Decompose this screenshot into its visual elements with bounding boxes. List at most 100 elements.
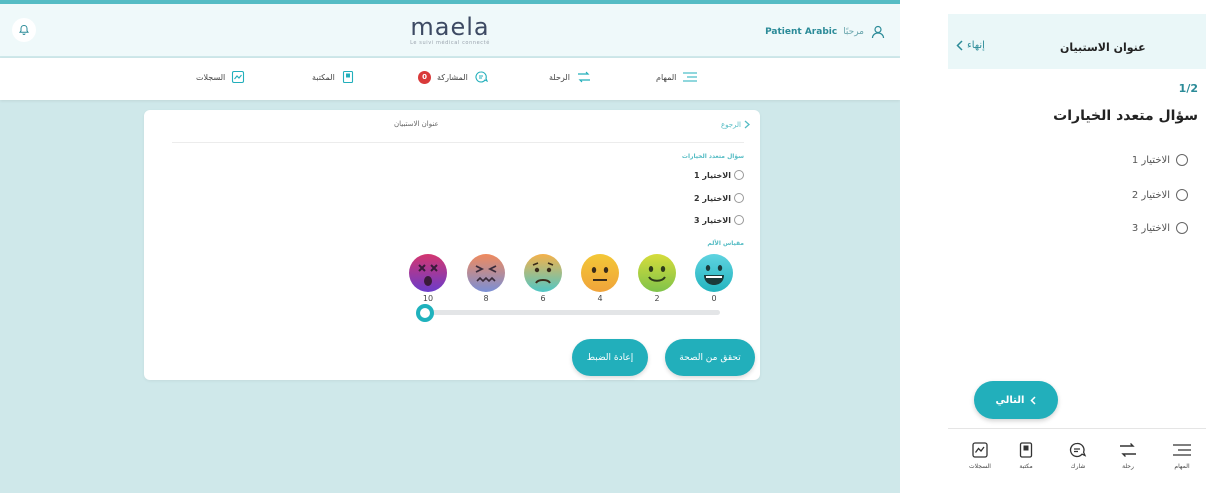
nav-library[interactable]: المكتبة bbox=[312, 70, 355, 84]
next-label: التالي bbox=[995, 394, 1025, 406]
tab-journey-label: رحلة bbox=[1122, 463, 1134, 470]
pain-scale-faces: 10 8 6 4 2 0 bbox=[408, 253, 742, 313]
mobile-option-1-radio[interactable] bbox=[1176, 154, 1188, 166]
chevron-left-icon bbox=[1030, 395, 1036, 405]
nav-tasks[interactable]: المهام bbox=[656, 70, 698, 84]
nav-tasks-label: المهام bbox=[656, 72, 677, 82]
face-mild-pain-icon bbox=[581, 254, 619, 292]
maela-logo: maela Le suivi médical connecté bbox=[390, 14, 510, 46]
page-indicator: 1/2 bbox=[1178, 82, 1198, 95]
tab-library-label: مكتبة bbox=[1019, 463, 1033, 470]
question-title: سؤال متعدد الخيارات bbox=[681, 153, 744, 160]
mobile-tab-bar: السجلات مكتبة شارك رحلة المهام bbox=[948, 428, 1206, 493]
face-worst-pain-icon bbox=[409, 254, 447, 292]
face-pain-0[interactable]: 0 bbox=[694, 253, 734, 307]
face-slight-pain-icon bbox=[638, 254, 676, 292]
tab-share[interactable]: شارك bbox=[1058, 441, 1098, 470]
tab-journey[interactable]: رحلة bbox=[1108, 441, 1148, 470]
back-label: الرجوع bbox=[720, 120, 741, 129]
scale-value-0: 0 bbox=[711, 294, 717, 303]
face-pain-8[interactable]: 8 bbox=[466, 253, 506, 307]
records-icon bbox=[972, 442, 988, 458]
questionnaire-title: عنوان الاستبيان bbox=[394, 120, 439, 128]
nav-share-label: المشاركة bbox=[437, 72, 468, 82]
mobile-option-2[interactable]: الاختيار 2 bbox=[1132, 189, 1188, 201]
journey-arrows-icon bbox=[1120, 443, 1136, 457]
library-icon bbox=[1019, 442, 1033, 458]
tab-records[interactable]: السجلات bbox=[960, 441, 1000, 470]
nav-share[interactable]: 0 المشاركة bbox=[418, 70, 490, 84]
logo-tagline: Le suivi médical connecté bbox=[410, 40, 490, 46]
reset-button[interactable]: إعادة الضبط bbox=[572, 339, 648, 376]
journey-arrows-icon bbox=[577, 71, 590, 83]
user-menu[interactable]: Patient Arabic مرحبًا bbox=[765, 24, 886, 40]
tasks-list-icon bbox=[1173, 444, 1191, 456]
mobile-exit-button[interactable]: إنهاء bbox=[956, 40, 985, 51]
nav-journey-label: الرحلة bbox=[549, 72, 570, 82]
notification-bell-icon[interactable] bbox=[12, 18, 36, 42]
option-3[interactable]: الاختيار 3 bbox=[694, 215, 744, 225]
library-icon bbox=[342, 70, 353, 84]
mobile-status-bar bbox=[948, 14, 1206, 26]
tab-tasks[interactable]: المهام bbox=[1162, 441, 1202, 470]
nav-journey[interactable]: الرحلة bbox=[549, 70, 592, 84]
mobile-question-title: سؤال متعدد الخيارات bbox=[1053, 108, 1198, 124]
logo-word: maela bbox=[410, 13, 490, 41]
option-2[interactable]: الاختيار 2 bbox=[694, 193, 744, 203]
user-greeting: مرحبًا bbox=[843, 27, 864, 37]
option-1-label: الاختيار 1 bbox=[694, 170, 731, 180]
user-name: Patient Arabic bbox=[765, 27, 838, 37]
tab-library[interactable]: مكتبة bbox=[1006, 441, 1046, 470]
main-nav: السجلات المكتبة 0 المشاركة الرحلة المهام bbox=[0, 58, 900, 100]
chevron-left-icon bbox=[956, 40, 963, 51]
mobile-option-3-label: الاختيار 3 bbox=[1131, 222, 1170, 234]
option-3-radio[interactable] bbox=[734, 215, 744, 225]
pain-slider-track[interactable] bbox=[424, 310, 720, 315]
scale-value-2: 2 bbox=[654, 294, 660, 303]
share-count-badge: 0 bbox=[418, 70, 431, 84]
mobile-option-3-radio[interactable] bbox=[1176, 222, 1188, 234]
pain-scale-title: مقياس الألم bbox=[707, 240, 744, 247]
scale-value-10: 10 bbox=[422, 294, 434, 303]
face-pain-2[interactable]: 2 bbox=[637, 253, 677, 307]
mobile-option-3[interactable]: الاختيار 3 bbox=[1132, 222, 1188, 234]
share-chat-icon bbox=[1069, 442, 1087, 458]
nav-records-label: السجلات bbox=[196, 72, 226, 82]
tab-records-label: السجلات bbox=[969, 463, 991, 470]
nav-records[interactable]: السجلات bbox=[196, 70, 245, 84]
option-2-label: الاختيار 2 bbox=[694, 193, 731, 203]
questionnaire-card: الرجوع عنوان الاستبيان سؤال متعدد الخيار… bbox=[144, 110, 760, 380]
chevron-right-icon bbox=[744, 120, 750, 129]
user-icon bbox=[871, 25, 885, 39]
option-2-radio[interactable] bbox=[734, 193, 744, 203]
face-pain-4[interactable]: 4 bbox=[580, 253, 620, 307]
face-no-pain-icon bbox=[695, 254, 733, 292]
share-chat-icon bbox=[475, 71, 488, 83]
records-icon bbox=[232, 70, 245, 84]
verify-button[interactable]: تحقق من الصحة bbox=[665, 339, 755, 376]
screen: maela Le suivi médical connecté Patient … bbox=[0, 0, 1206, 493]
desktop-view: maela Le suivi médical connecté Patient … bbox=[0, 0, 900, 493]
scale-value-6: 6 bbox=[540, 294, 546, 303]
mobile-title: عنوان الاستبيان bbox=[1060, 41, 1146, 54]
mobile-option-1-label: الاختيار 1 bbox=[1131, 154, 1170, 166]
top-header: maela Le suivi médical connecté Patient … bbox=[0, 0, 900, 56]
option-1[interactable]: الاختيار 1 bbox=[694, 170, 744, 180]
tab-tasks-label: المهام bbox=[1174, 463, 1190, 470]
face-severe-pain-icon bbox=[467, 254, 505, 292]
option-3-label: الاختيار 3 bbox=[694, 215, 731, 225]
mobile-option-1[interactable]: الاختيار 1 bbox=[1132, 154, 1188, 166]
mobile-option-2-radio[interactable] bbox=[1176, 189, 1188, 201]
face-moderate-pain-icon bbox=[524, 254, 562, 292]
next-button[interactable]: التالي bbox=[974, 381, 1058, 419]
mobile-header: إنهاء عنوان الاستبيان bbox=[948, 14, 1206, 69]
back-link[interactable]: الرجوع bbox=[721, 120, 750, 129]
scale-value-8: 8 bbox=[483, 294, 489, 303]
face-pain-10[interactable]: 10 bbox=[408, 253, 448, 307]
pain-slider-handle[interactable] bbox=[416, 304, 434, 322]
card-divider bbox=[172, 142, 744, 143]
option-1-radio[interactable] bbox=[734, 170, 744, 180]
face-pain-6[interactable]: 6 bbox=[523, 253, 563, 307]
nav-library-label: المكتبة bbox=[312, 72, 335, 82]
tasks-list-icon bbox=[683, 72, 698, 82]
